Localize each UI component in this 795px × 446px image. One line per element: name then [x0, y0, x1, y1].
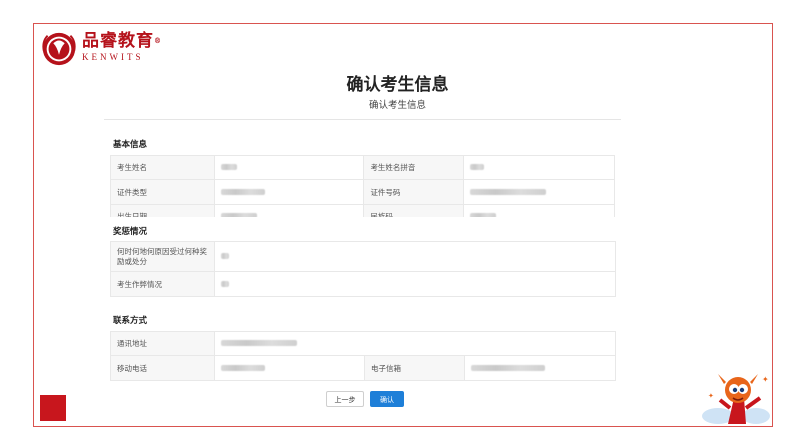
value-address — [214, 331, 616, 356]
label-id-number: 证件号码 — [363, 179, 465, 205]
registered-mark: ® — [154, 36, 162, 45]
label-address: 通讯地址 — [110, 331, 215, 356]
redacted-value — [220, 213, 257, 217]
label-pinyin: 考生姓名拼音 — [363, 155, 465, 180]
section-title-basic: 基本信息 — [113, 140, 148, 150]
label-ethnicity: 民族码 — [363, 204, 465, 217]
label-email: 电子信箱 — [364, 355, 465, 381]
brand-name-en: KENWITS — [82, 52, 144, 62]
value-id-number — [463, 179, 615, 205]
label-cheating: 考生作弊情况 — [110, 271, 215, 297]
table-row: 考生作弊情况 — [110, 271, 616, 297]
redacted-value — [221, 253, 229, 259]
brand-name-cn: 品睿教育 — [82, 31, 154, 51]
redacted-value — [470, 164, 485, 170]
label-name: 考生姓名 — [110, 155, 215, 180]
table-row: 何时何地何原因受过何种奖励或处分 — [110, 241, 616, 272]
value-id-type — [213, 179, 365, 205]
label-birth: 出生日期 — [110, 204, 215, 217]
value-awards — [214, 241, 616, 272]
redacted-value — [221, 340, 297, 346]
table-row: 移动电话 电子信箱 — [110, 355, 616, 381]
contact-table: 通讯地址 移动电话 电子信箱 — [110, 331, 616, 381]
mascot-icon[interactable]: ✦ ✦ — [700, 368, 772, 426]
redacted-value — [221, 280, 229, 287]
page-subtitle: 确认考生信息 — [368, 100, 426, 111]
brand-emblem-icon — [42, 32, 76, 66]
awards-table: 何时何地何原因受过何种奖励或处分 考生作弊情况 — [110, 241, 616, 297]
value-ethnicity — [463, 204, 615, 217]
section-title-contact: 联系方式 — [113, 316, 148, 326]
redacted-value — [220, 164, 237, 170]
page-title: 确认考生信息 — [346, 75, 449, 95]
redacted-value — [470, 188, 547, 195]
label-mobile: 移动电话 — [110, 355, 215, 381]
table-row: 证件类型 证件号码 — [110, 179, 615, 205]
redacted-value — [221, 364, 265, 371]
prev-step-button[interactable]: 上一步 — [326, 391, 364, 407]
value-pinyin — [463, 155, 615, 180]
label-id-type: 证件类型 — [110, 179, 215, 205]
value-mobile — [214, 355, 365, 381]
table-row: 出生日期 民族码 — [110, 204, 615, 217]
value-cheating — [214, 271, 616, 297]
red-square-badge[interactable] — [40, 395, 66, 421]
redacted-value — [471, 364, 545, 371]
label-awards: 何时何地何原因受过何种奖励或处分 — [110, 241, 215, 272]
svg-text:✦: ✦ — [762, 375, 769, 384]
value-name — [213, 155, 365, 180]
section-title-awards: 奖惩情况 — [113, 227, 148, 237]
value-email — [464, 355, 616, 381]
brand-logo: 品睿教育® KENWITS — [40, 30, 162, 68]
basic-info-table: 考生姓名 考生姓名拼音 证件类型 证件号码 出生日期 民族码 — [110, 155, 615, 217]
confirm-button[interactable]: 确认 — [370, 391, 404, 407]
title-divider — [104, 119, 621, 120]
table-row: 通讯地址 — [110, 331, 616, 356]
redacted-value — [470, 213, 497, 217]
table-row: 考生姓名 考生姓名拼音 — [110, 155, 615, 180]
redacted-value — [220, 188, 265, 195]
value-birth — [213, 204, 365, 217]
basic-info-scroll-area[interactable]: 考生姓名 考生姓名拼音 证件类型 证件号码 出生日期 民族码 — [110, 155, 615, 217]
svg-text:✦: ✦ — [708, 392, 714, 400]
